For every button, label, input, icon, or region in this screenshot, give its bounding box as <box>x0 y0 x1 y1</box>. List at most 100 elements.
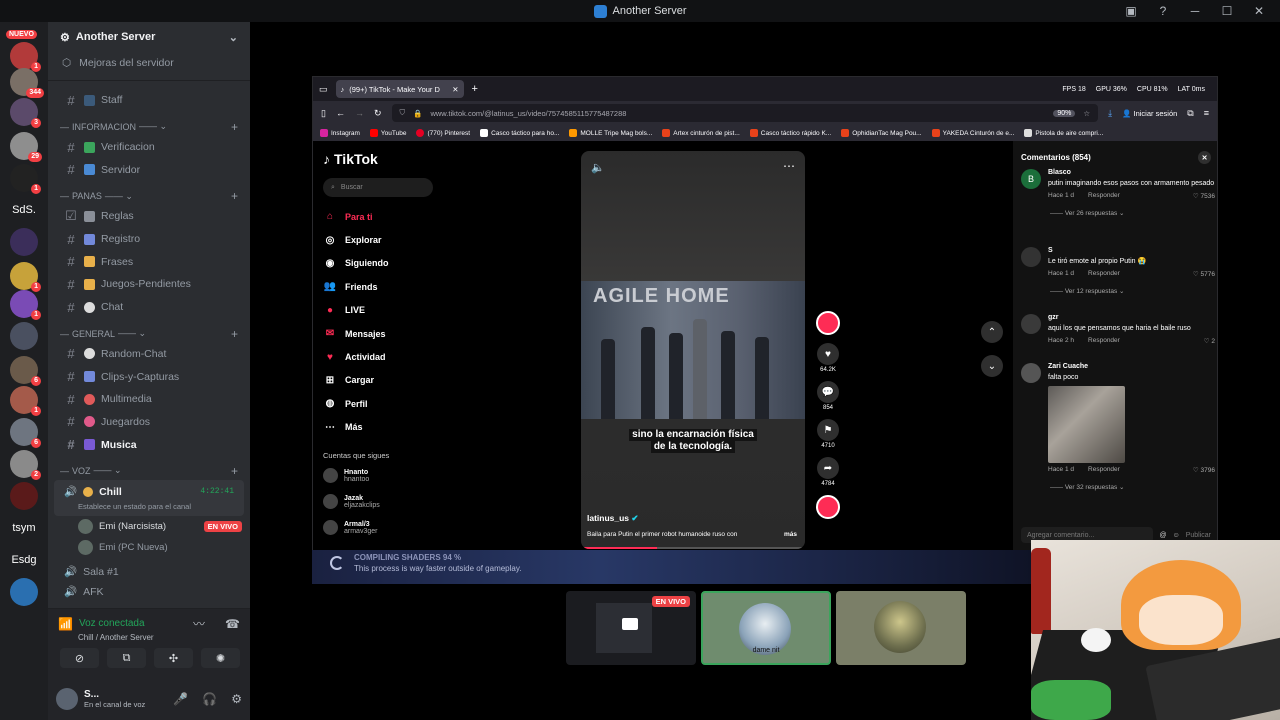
category-panas[interactable]: — PANAS —— ⌄ + <box>48 187 250 205</box>
back-icon[interactable]: ← <box>336 108 345 118</box>
guild-icon[interactable]: 3 <box>10 98 41 128</box>
channel-random-chat[interactable]: # Random-Chat <box>54 343 244 366</box>
avatar[interactable]: B <box>1021 169 1041 189</box>
headphones-icon[interactable]: 🎧 <box>202 692 217 706</box>
more-link[interactable]: más <box>784 531 797 538</box>
bookmark-item[interactable]: (770) Pinterest <box>416 129 470 137</box>
nav-messages[interactable]: ✉ Mensajes <box>323 322 443 345</box>
channel-juegardos[interactable]: # Juegardos <box>54 411 244 434</box>
menu-icon[interactable]: ≡ <box>1204 108 1209 118</box>
download-icon[interactable]: ⤓ <box>1108 108 1112 119</box>
next-video-button[interactable]: ⌄ <box>981 355 1003 377</box>
comment-user[interactable]: gzr <box>1048 314 1215 321</box>
nav-profile[interactable]: ◍ Perfil <box>323 392 443 415</box>
server-header[interactable]: ⚙ Another Server ⌄ <box>48 22 250 52</box>
disconnect-icon[interactable]: ☎ <box>225 617 240 631</box>
minimize-button[interactable]: ─ <box>1188 4 1202 18</box>
nav-following[interactable]: ◉ Siguiendo <box>323 252 443 275</box>
new-tab-icon[interactable]: + <box>472 83 478 95</box>
add-channel-icon[interactable]: + <box>231 327 238 341</box>
nav-more[interactable]: ⋯ Más <box>323 416 443 439</box>
close-button[interactable]: ✕ <box>1252 4 1266 18</box>
noise-suppression-icon[interactable]: 〰 <box>193 615 205 632</box>
video-author[interactable]: latinus_us ✔ <box>587 513 639 524</box>
avatar[interactable] <box>1021 363 1041 383</box>
comment-like-button[interactable]: ♡ 2 <box>1204 337 1215 345</box>
guild-icon[interactable] <box>10 322 38 350</box>
settings-icon[interactable]: ⚙ <box>231 692 242 706</box>
nav-live[interactable]: ● LIVE <box>323 299 443 322</box>
guild-icon[interactable]: 1 <box>10 262 41 292</box>
reply-button[interactable]: Responder <box>1088 270 1120 278</box>
bookmark-item[interactable]: MOLLE Tripe Mag bols... <box>569 129 652 137</box>
bookmark-item[interactable]: Artex cinturón de pist... <box>662 129 740 137</box>
voice-channel-afk[interactable]: 🔊 AFK <box>54 582 244 602</box>
following-account[interactable]: Hnanto hnantoo <box>323 466 443 486</box>
bookmark-item[interactable]: Instagram <box>320 129 360 137</box>
category-general[interactable]: — GENERAL —— ⌄ + <box>48 325 250 343</box>
channel-reglas[interactable]: ☑ Reglas <box>54 205 244 228</box>
comment-user[interactable]: S <box>1048 247 1215 254</box>
bookmark-star-icon[interactable]: ☆ <box>1083 109 1090 118</box>
following-account[interactable]: Jazak eljazakclips <box>323 492 443 512</box>
bookmark-item[interactable]: Casco táctico para ho... <box>480 129 559 137</box>
close-tab-icon[interactable]: ✕ <box>452 85 458 94</box>
voice-channel-sala1[interactable]: 🔊 Sala #1 <box>54 562 244 582</box>
video-progress[interactable] <box>581 547 805 549</box>
guild-tsym[interactable]: tsym <box>10 514 38 542</box>
video-player[interactable]: 🔈 ⋯ AGILE HOME sino la encarnación físic… <box>581 151 805 549</box>
channel-frases[interactable]: # Frases <box>54 250 244 273</box>
comment-button[interactable]: 💬 854 <box>813 381 843 411</box>
comment-like-button[interactable]: ♡ 5776 <box>1193 270 1215 278</box>
screen-share-button[interactable]: ⧉ <box>107 648 146 668</box>
channel-chat[interactable]: # Chat <box>54 296 244 319</box>
tab-tiktok[interactable]: ♪ (99+) TikTok - Make Your D ✕ <box>335 80 464 98</box>
guild-esdg[interactable]: Esdg <box>10 546 38 574</box>
avatar[interactable] <box>1021 314 1041 334</box>
comment-like-button[interactable]: ♡ 7536 <box>1193 192 1215 200</box>
nav-explore[interactable]: ◎ Explorar <box>323 228 443 251</box>
sign-in-button[interactable]: 👤 Iniciar sesión <box>1122 109 1177 118</box>
voice-user[interactable]: Emi (Narcisista) EN VIVO <box>48 516 250 537</box>
guild-icon[interactable]: 1 <box>10 386 41 416</box>
help-icon[interactable]: ? <box>1156 4 1170 18</box>
voice-channel-chill[interactable]: 🔊 Chill 4:22:41 Establece un estado para… <box>54 479 244 516</box>
guild-icon[interactable]: 6 <box>10 356 41 386</box>
participant-tile[interactable] <box>836 591 966 665</box>
forward-icon[interactable]: → <box>355 108 364 118</box>
nav-friends[interactable]: 👥 Friends <box>323 275 443 298</box>
nav-upload[interactable]: ⊞ Cargar <box>323 369 443 392</box>
category-informacion[interactable]: — INFORMACION —— ⌄ + <box>48 118 250 136</box>
soundboard-button[interactable]: ✺ <box>201 648 240 668</box>
view-replies-button[interactable]: —— Ver 12 respuestas ⌄ <box>1050 287 1215 295</box>
bookmark-item[interactable]: Casco táctico rápido K... <box>749 129 831 137</box>
add-channel-icon[interactable]: + <box>231 189 238 203</box>
microphone-icon[interactable]: 🎤 <box>173 692 188 706</box>
creator-avatar[interactable] <box>813 311 843 335</box>
guild-icon[interactable]: 1 <box>10 290 41 320</box>
guild-icon[interactable]: 1 <box>10 164 41 194</box>
add-channel-icon[interactable]: + <box>231 464 238 478</box>
channel-multimedia[interactable]: # Multimedia <box>54 388 244 411</box>
guild-icon[interactable] <box>10 482 38 510</box>
comment-image[interactable] <box>1048 386 1125 463</box>
guild-icon[interactable] <box>10 578 38 606</box>
reply-button[interactable]: Responder <box>1088 337 1120 345</box>
extensions-icon[interactable]: ⧉ <box>1187 108 1193 119</box>
channel-verificacion[interactable]: # Verificacion <box>54 136 244 159</box>
nav-activity[interactable]: ♥ Actividad <box>323 345 443 368</box>
volume-icon[interactable]: 🔈 <box>591 161 605 174</box>
save-button[interactable]: ⚑ 4710 <box>813 419 843 449</box>
comment-like-button[interactable]: ♡ 3796 <box>1193 466 1215 474</box>
tiktok-logo[interactable]: ♪ TikTok <box>323 151 443 167</box>
emoji-icon[interactable]: ☺ <box>1173 532 1180 539</box>
guild-icon[interactable] <box>10 228 38 256</box>
like-button[interactable]: ♥ 64.2K <box>813 343 843 373</box>
inbox-icon[interactable]: ▣ <box>1124 4 1138 18</box>
bookmark-item[interactable]: YAKEDA Cinturón de e... <box>931 129 1014 137</box>
server-boost[interactable]: ⬡ Mejoras del servidor <box>48 52 250 74</box>
voice-user[interactable]: Emi (PC Nueva) <box>48 537 250 558</box>
publish-button[interactable]: Publicar <box>1186 532 1211 539</box>
category-voz[interactable]: — VOZ —— ⌄ + <box>48 462 250 480</box>
comment-user[interactable]: Blasco <box>1048 169 1215 176</box>
